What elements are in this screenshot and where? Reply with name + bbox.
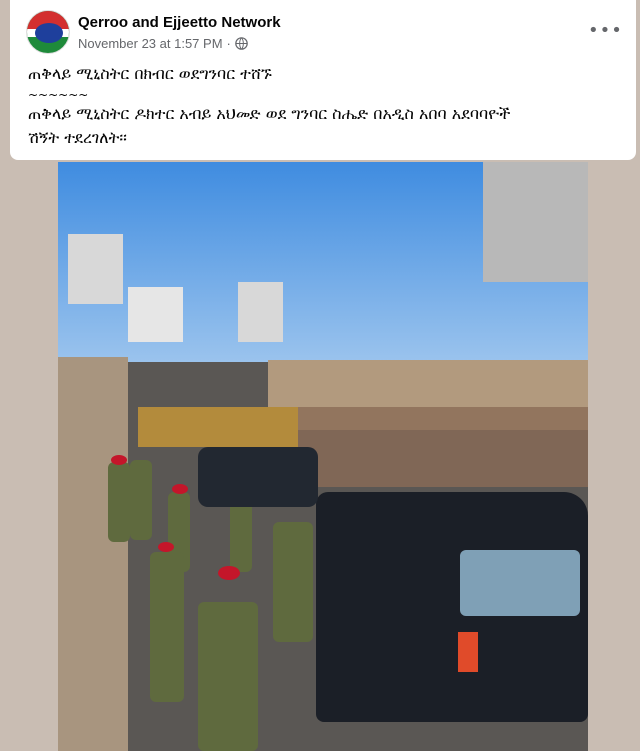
- post-photo[interactable]: [58, 162, 588, 751]
- post-text-line-3: ጠቅላይ ሚኒስትር ዶክተር አብይ አህመድ ወደ ግንባር ስሔድ በአዲ…: [28, 104, 511, 123]
- avatar-blue-emblem: [35, 23, 63, 43]
- photo-beret: [218, 566, 240, 580]
- photo-beret: [158, 542, 174, 552]
- photo-crowd: [288, 407, 588, 487]
- photo-soldier: [273, 522, 313, 642]
- photo-soldier: [108, 462, 130, 542]
- photo-soldier: [150, 552, 184, 702]
- photo-beret: [172, 484, 188, 494]
- photo-soldier: [130, 460, 152, 540]
- post-text-line-1: ጠቅላይ ሚኒስትር በክብር ወደግንባር ተሸኙ: [28, 64, 272, 83]
- more-options-button[interactable]: •••: [588, 20, 623, 41]
- post-text-line-4: ሽኝት ተደረገለት፡፡: [28, 128, 127, 147]
- photo-soldier: [198, 602, 258, 751]
- photo-black-suv: [316, 492, 588, 722]
- post-header-card: Qerroo and Ejjeetto Network November 23 …: [10, 0, 636, 160]
- photo-building-center: [238, 282, 283, 342]
- photo-car-front: [198, 447, 318, 507]
- meta-separator: ·: [226, 36, 231, 51]
- photo-beret: [111, 455, 127, 465]
- photo-procession: [138, 407, 298, 447]
- author-name[interactable]: Qerroo and Ejjeetto Network: [78, 14, 281, 31]
- globe-icon[interactable]: [235, 37, 248, 50]
- photo-suv-taillight: [458, 632, 478, 672]
- post-text-line-2: ~~~~~~: [28, 88, 89, 102]
- post-meta: November 23 at 1:57 PM ·: [78, 36, 248, 51]
- photo-building-left2: [128, 287, 183, 342]
- post-timestamp[interactable]: November 23 at 1:57 PM: [78, 36, 223, 51]
- page-avatar[interactable]: [26, 10, 70, 54]
- photo-wall-left: [58, 357, 128, 751]
- photo-building-left: [68, 234, 123, 304]
- photo-suv-window: [460, 550, 580, 616]
- photo-building-tower: [483, 162, 588, 282]
